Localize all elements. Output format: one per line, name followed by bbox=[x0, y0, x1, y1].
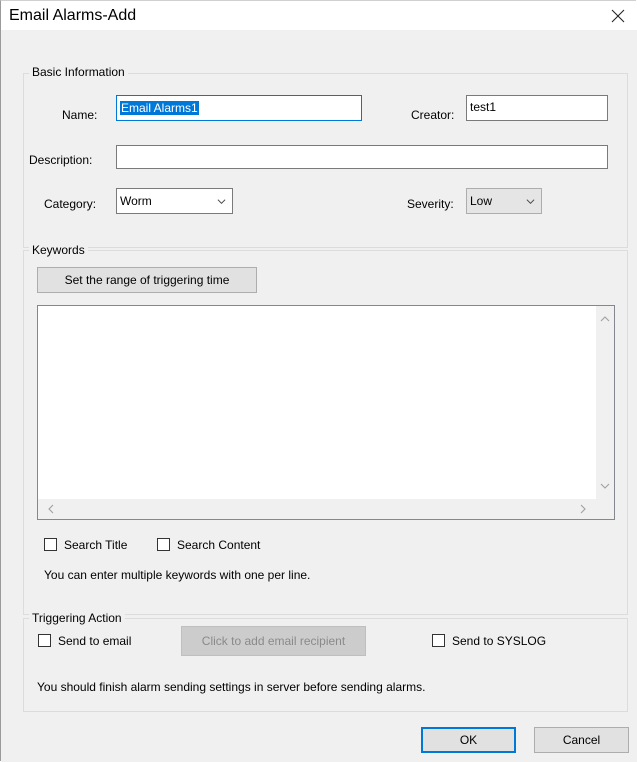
cancel-button[interactable]: Cancel bbox=[534, 727, 629, 753]
search-content-label[interactable]: Search Content bbox=[177, 538, 273, 552]
name-label: Name: bbox=[62, 108, 98, 122]
name-input-value: Email Alarms1 bbox=[120, 101, 199, 115]
name-input[interactable]: Email Alarms1 bbox=[116, 95, 362, 121]
keywords-hint: You can enter multiple keywords with one… bbox=[44, 568, 311, 582]
category-label: Category: bbox=[44, 197, 97, 211]
triggering-action-legend: Triggering Action bbox=[29, 611, 125, 625]
search-title-label[interactable]: Search Title bbox=[64, 538, 140, 552]
send-email-label[interactable]: Send to email bbox=[58, 634, 131, 648]
search-title-checkbox[interactable] bbox=[44, 538, 57, 551]
title-bar: Email Alarms-Add bbox=[0, 0, 637, 30]
horizontal-scrollbar[interactable] bbox=[38, 499, 596, 519]
scroll-up-icon[interactable] bbox=[596, 310, 614, 328]
keywords-legend: Keywords bbox=[29, 243, 88, 257]
add-email-recipient-button[interactable]: Click to add email recipient bbox=[181, 626, 366, 656]
window-title: Email Alarms-Add bbox=[9, 7, 137, 24]
close-button[interactable] bbox=[601, 2, 635, 30]
severity-select-value: Low bbox=[470, 194, 493, 208]
creator-input[interactable]: test1 bbox=[466, 95, 608, 121]
send-email-checkbox[interactable] bbox=[38, 634, 51, 647]
triggering-note: You should finish alarm sending settings… bbox=[37, 680, 426, 694]
vertical-scrollbar[interactable] bbox=[596, 306, 614, 499]
description-input[interactable] bbox=[116, 145, 608, 169]
creator-label: Creator: bbox=[411, 108, 455, 122]
send-syslog-label[interactable]: Send to SYSLOG bbox=[452, 634, 546, 648]
severity-select[interactable]: Low bbox=[466, 188, 542, 214]
creator-input-value: test1 bbox=[470, 100, 497, 114]
set-trigger-time-button[interactable]: Set the range of triggering time bbox=[37, 267, 257, 293]
scroll-right-icon[interactable] bbox=[574, 499, 592, 519]
description-label: Description: bbox=[29, 153, 93, 167]
dialog-body: Basic Information Name: Email Alarms1 Cr… bbox=[1, 30, 637, 762]
category-select-value: Worm bbox=[120, 194, 152, 208]
chevron-down-icon bbox=[526, 199, 535, 205]
scroll-corner bbox=[594, 499, 614, 519]
ok-button[interactable]: OK bbox=[421, 727, 516, 753]
send-syslog-checkbox[interactable] bbox=[432, 634, 445, 647]
scroll-left-icon[interactable] bbox=[42, 499, 60, 519]
keywords-textarea[interactable] bbox=[37, 305, 615, 520]
category-select[interactable]: Worm bbox=[116, 188, 233, 214]
chevron-down-icon bbox=[217, 199, 226, 205]
severity-label: Severity: bbox=[407, 197, 454, 211]
close-icon bbox=[611, 9, 625, 23]
basic-information-legend: Basic Information bbox=[29, 65, 128, 79]
search-content-checkbox[interactable] bbox=[157, 538, 170, 551]
scroll-down-icon[interactable] bbox=[596, 477, 614, 495]
